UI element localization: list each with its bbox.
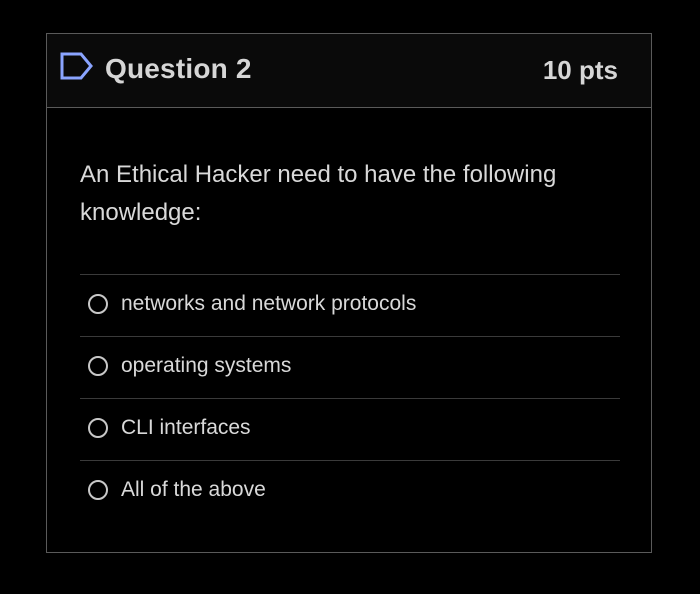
question-header: Question 2 10 pts [47, 34, 651, 108]
question-points: 10 pts [542, 55, 618, 85]
answer-label[interactable]: CLI interfaces [121, 416, 251, 440]
question-title: Question 2 [105, 53, 252, 84]
question-card: Question 2 10 pts An Ethical Hacker need… [46, 33, 652, 553]
answer-label[interactable]: networks and network protocols [121, 292, 416, 316]
answer-option[interactable]: operating systems [80, 336, 620, 398]
answer-option[interactable]: All of the above [80, 460, 620, 522]
radio-button-icon[interactable] [88, 356, 108, 376]
radio-button-icon[interactable] [88, 294, 108, 314]
flag-question-icon[interactable] [59, 51, 95, 81]
question-text: An Ethical Hacker need to have the follo… [80, 161, 557, 226]
answer-option[interactable]: networks and network protocols [80, 274, 620, 336]
answer-label[interactable]: operating systems [121, 354, 291, 378]
answer-list: networks and network protocols operating… [80, 274, 620, 522]
radio-button-icon[interactable] [88, 418, 108, 438]
radio-button-icon[interactable] [88, 480, 108, 500]
answer-label[interactable]: All of the above [121, 478, 266, 502]
answer-option[interactable]: CLI interfaces [80, 398, 620, 460]
